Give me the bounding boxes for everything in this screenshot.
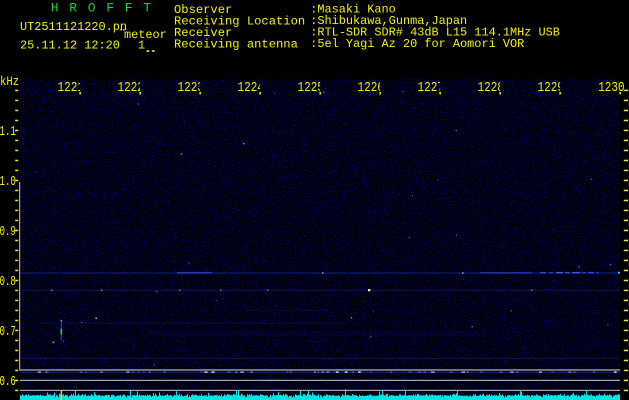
svg-text:UT2511121220.pn: UT2511121220.pn (20, 20, 127, 34)
svg-text::5el Yagi Az 20 for Aomori VOR: :5el Yagi Az 20 for Aomori VOR (310, 37, 524, 51)
svg-text:0.6: 0.6 (0, 374, 16, 389)
svg-text:R: R (69, 1, 77, 16)
svg-text:0.9: 0.9 (0, 224, 16, 239)
svg-text:meteor: meteor (124, 28, 167, 42)
svg-text:T: T (143, 1, 151, 16)
svg-text:Receiving antenna: Receiving antenna (174, 37, 298, 51)
svg-text:F: F (106, 1, 114, 16)
svg-text:1.1: 1.1 (0, 124, 16, 139)
svg-text:1: 1 (138, 38, 145, 52)
svg-text:0.8: 0.8 (0, 274, 16, 289)
svg-text:O: O (88, 1, 96, 16)
svg-text:H: H (51, 1, 59, 16)
svg-text:1.0: 1.0 (0, 174, 16, 189)
svg-text:kHz: kHz (0, 75, 19, 89)
svg-text:0.7: 0.7 (0, 324, 16, 339)
svg-text:25.11.12 12:20: 25.11.12 12:20 (20, 38, 120, 52)
svg-text:F: F (125, 1, 133, 16)
